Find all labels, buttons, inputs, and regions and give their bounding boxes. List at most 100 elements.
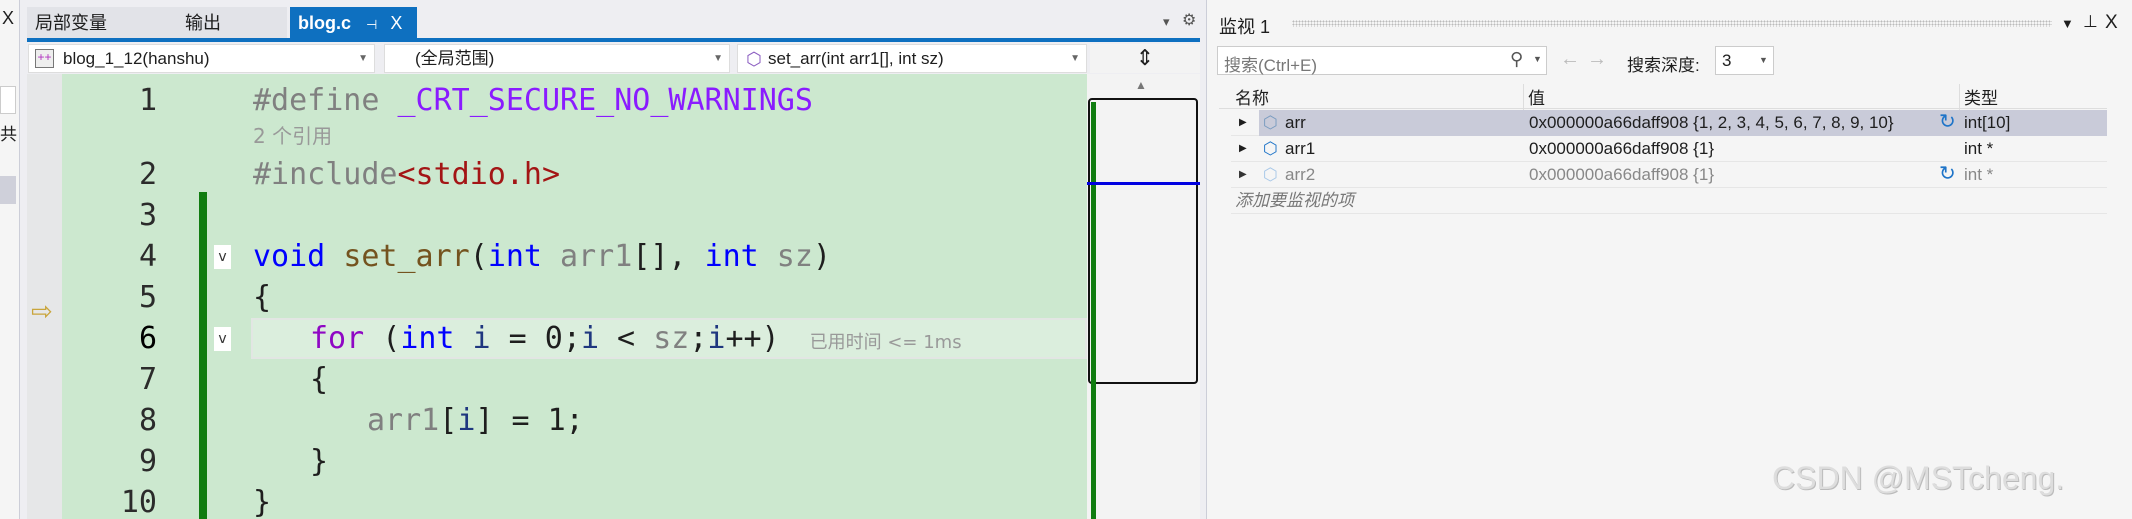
member-combo[interactable]: ⬡ set_arr(int arr1[], int sz) ▼ <box>737 44 1087 73</box>
line-number: 8 <box>138 403 157 438</box>
search-depth-value: 3 <box>1722 51 1732 70</box>
watch-value: 0x000000a66daff908 {1, 2, 3, 4, 5, 6, 7,… <box>1529 113 1894 132</box>
watch-value: 0x000000a66daff908 {1} <box>1529 139 1714 158</box>
minimap-scrollbar[interactable]: ▲ <box>1087 74 1200 519</box>
close-icon[interactable]: X <box>2 8 14 29</box>
token: sz <box>758 239 813 274</box>
line-number: 5 <box>138 280 157 315</box>
code-line: 8 arr1[i] = 1; <box>27 400 1087 441</box>
token: ++) <box>725 321 780 356</box>
tab-locals[interactable]: 局部变量 <box>27 7 177 39</box>
search-icon[interactable]: ⚲ <box>1510 49 1523 70</box>
watch-value: 0x000000a66daff908 {1} <box>1529 165 1714 184</box>
token: int <box>400 321 455 356</box>
column-name[interactable]: 名称 <box>1235 84 1269 109</box>
watch-type: int * <box>1964 165 1994 184</box>
token: i <box>707 321 726 356</box>
search-depth-label: 搜索深度: <box>1627 56 1700 75</box>
pin-icon[interactable]: ⊥ <box>2083 12 2098 32</box>
code-line: 4 v void set_arr(int arr1[], int sz) <box>27 236 1087 277</box>
pin-icon[interactable]: ⊣ <box>366 17 377 32</box>
refresh-icon[interactable]: ↻ <box>1939 109 1956 135</box>
token: #define <box>253 83 398 118</box>
watch-row-arr2[interactable]: ▶ ⬡ arr2 0x000000a66daff908 {1} ↻ int * <box>1231 162 2107 188</box>
variable-icon: ⬡ <box>1263 139 1278 158</box>
code-line: 5{ <box>27 277 1087 318</box>
token: arr1 <box>542 239 633 274</box>
chevron-down-icon[interactable]: ▼ <box>1533 54 1542 64</box>
token: int <box>704 239 759 274</box>
chevron-down-icon: ▼ <box>1070 53 1080 64</box>
project-combo[interactable]: ++ blog_1_12(hanshu) ▼ <box>28 44 375 73</box>
panel-menu-icon[interactable]: ▼ <box>2061 16 2074 31</box>
token: = 0; <box>490 321 581 356</box>
watermark: CSDN @MSTcheng. <box>1772 460 2065 496</box>
project-label: blog_1_12(hanshu) <box>63 49 210 68</box>
close-icon[interactable]: X <box>2105 12 2118 34</box>
codelens-row: 2 个引用 <box>27 118 1087 154</box>
scroll-up-icon[interactable]: ▲ <box>1135 78 1147 92</box>
token: ) <box>812 239 831 274</box>
tab-overflow-icon[interactable]: ▾ <box>1163 14 1170 30</box>
token: set_arr <box>343 239 470 274</box>
minimap-change-bar <box>1091 102 1096 519</box>
watch-row-arr1[interactable]: ▶ ⬡ arr1 0x000000a66daff908 {1} int * <box>1231 136 2107 162</box>
back-arrow-icon[interactable]: ← <box>1560 48 1580 71</box>
column-type[interactable]: 类型 <box>1959 84 1998 110</box>
token: } <box>253 485 272 519</box>
expand-icon[interactable]: ▶ <box>1239 110 1247 136</box>
token: _CRT_SECURE_NO_WARNINGS <box>397 83 813 118</box>
search-depth-combo[interactable]: 3 ▼ <box>1715 46 1774 75</box>
selected-item[interactable] <box>0 176 16 204</box>
watch-search-input[interactable]: 搜索(Ctrl+E) ⚲ ▼ <box>1217 46 1547 75</box>
add-watch-placeholder[interactable]: 添加要监视的项 <box>1235 188 1354 214</box>
fold-toggle-icon[interactable]: v <box>214 245 231 269</box>
expand-icon[interactable]: ▶ <box>1239 136 1247 162</box>
code-editor[interactable]: ⇨ 1 #define _CRT_SECURE_NO_WARNINGS 2 个引用… <box>27 74 1087 519</box>
forward-arrow-icon[interactable]: → <box>1587 48 1607 71</box>
token: { <box>253 280 272 315</box>
add-watch-row[interactable]: 添加要监视的项 <box>1231 188 2107 214</box>
split-editor-button[interactable]: ⇕ <box>1090 44 1200 73</box>
drag-grip[interactable] <box>1292 20 2052 27</box>
token: i <box>580 321 599 356</box>
line-number: 3 <box>138 198 157 233</box>
code-line-current: 6 v for (int i = 0;i < sz;i++) 已用时间 <= 1ms <box>27 318 1087 359</box>
variable-icon: ⬡ <box>1263 165 1278 184</box>
expand-icon[interactable]: ▶ <box>1239 162 1247 188</box>
line-number: 6 <box>138 321 157 356</box>
minimap-viewport[interactable] <box>1088 98 1198 384</box>
watch-name: arr2 <box>1285 165 1316 184</box>
watch-name: arr <box>1285 113 1306 132</box>
gear-icon[interactable]: ⚙ <box>1182 10 1196 30</box>
watch-row-arr[interactable]: ▶ ⬡ arr 0x000000a66daff908 {1, 2, 3, 4, … <box>1231 110 2107 136</box>
tab-underline <box>27 38 1200 42</box>
member-label: set_arr(int arr1[], int sz) <box>768 49 944 68</box>
code-line: 1 #define _CRT_SECURE_NO_WARNINGS <box>27 80 1087 121</box>
chevron-down-icon: ▼ <box>713 53 723 64</box>
token: ( <box>364 321 401 356</box>
line-number: 9 <box>138 444 157 479</box>
token: int <box>487 239 542 274</box>
codelens-references[interactable]: 2 个引用 <box>253 118 332 154</box>
column-value[interactable]: 值 <box>1523 84 1545 110</box>
fold-toggle-icon[interactable]: v <box>214 327 231 351</box>
minimap-caret-line <box>1087 182 1200 185</box>
tab-blog-c[interactable]: blog.c ⊣ X <box>290 7 417 39</box>
token: < <box>599 321 654 356</box>
tab-output[interactable]: 输出 <box>177 7 287 39</box>
token: [ <box>439 403 458 438</box>
refresh-icon[interactable]: ↻ <box>1939 161 1956 187</box>
dropdown[interactable] <box>0 86 16 114</box>
close-icon[interactable]: X <box>390 13 402 33</box>
watch-header: 名称 值 类型 <box>1219 81 2107 110</box>
scope-combo[interactable]: (全局范围) ▼ <box>384 44 730 73</box>
token: ; <box>689 321 708 356</box>
code-line: 2 #include<stdio.h> <box>27 154 1087 195</box>
chevron-down-icon: ▼ <box>358 53 368 64</box>
token: #include <box>253 157 398 192</box>
token: { <box>310 362 329 397</box>
code-line: 10} <box>27 482 1087 519</box>
line-number: 4 <box>138 239 157 274</box>
